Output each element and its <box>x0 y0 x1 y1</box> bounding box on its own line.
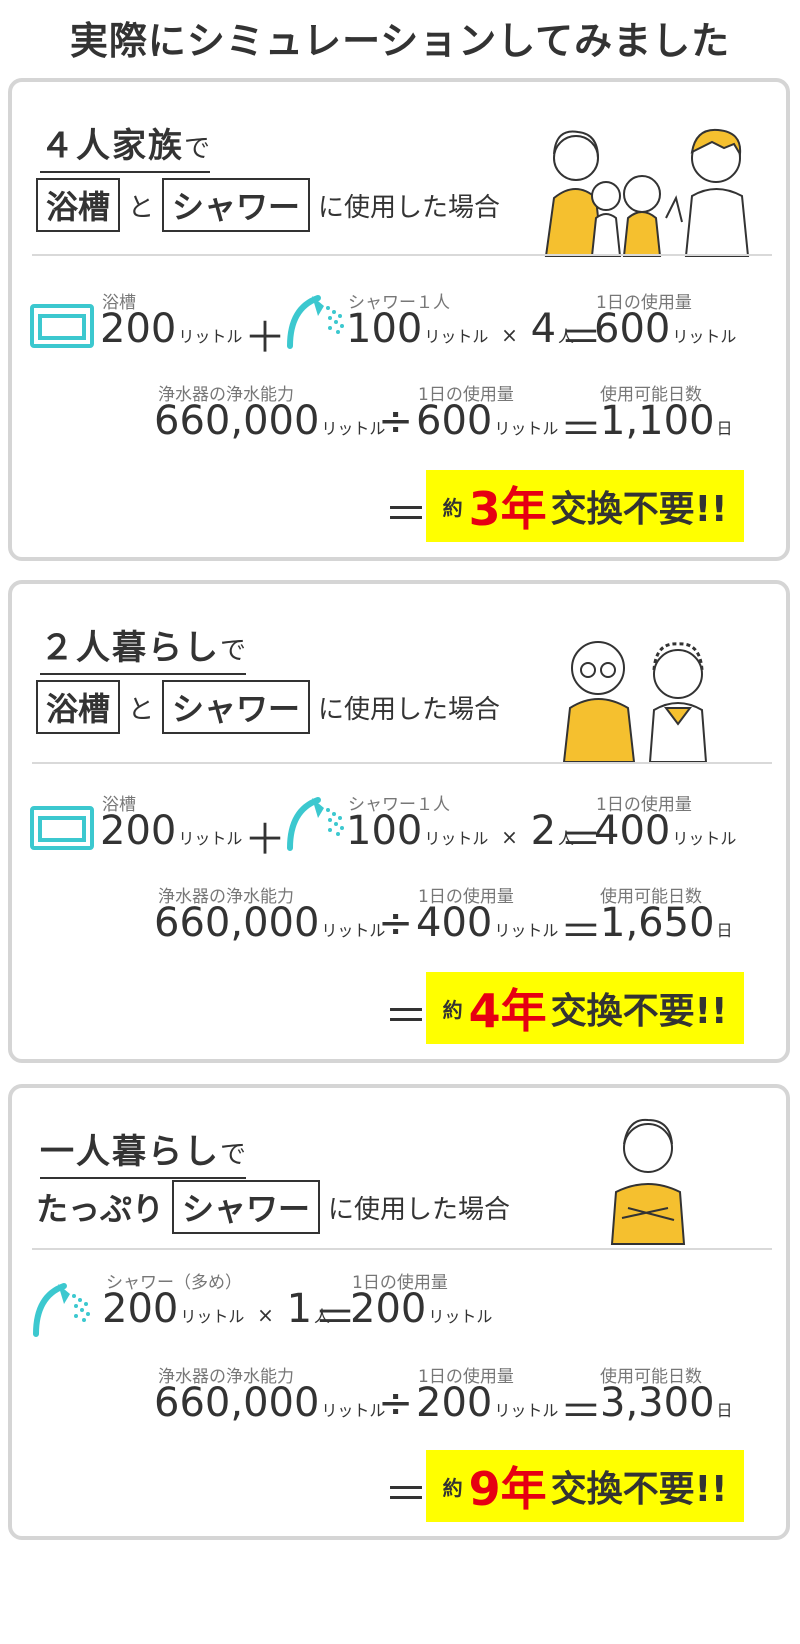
daily-use: 200 リットル <box>416 1380 559 1426</box>
result-highlight: 約 4年 交換不要!! <box>426 972 744 1044</box>
single-man-illustration <box>610 1118 686 1245</box>
shower-liters: 100 リットル × 4人 <box>346 306 575 352</box>
usable-days: 1,650 日 <box>600 900 733 946</box>
card-heading: ４人家族で <box>40 118 211 173</box>
usable-days: 3,300 日 <box>600 1380 733 1426</box>
daily-use: 400 リットル <box>416 900 559 946</box>
card-heading: ２人暮らしで <box>40 620 247 675</box>
shower-liters: 200 リットル × 1人 <box>102 1286 331 1332</box>
usage-description: たっぷり シャワー に使用した場合 <box>36 1180 518 1234</box>
card-family-of-four: ４人家族で 浴槽 と シャワー に使用した場合 浴槽 200 リットル ＋ シャワ… <box>8 78 790 561</box>
filter-capacity: 660,000 リットル <box>154 1380 386 1426</box>
daily-total: 200 リットル <box>350 1286 493 1332</box>
years-value: 3年 <box>468 482 547 536</box>
usage-description: 浴槽 と シャワー に使用した場合 <box>36 680 508 734</box>
usable-days: 1,100 日 <box>600 398 733 444</box>
card-heading: 一人暮らしで <box>40 1124 247 1179</box>
years-value: 4年 <box>468 984 547 1038</box>
bathtub-icon <box>30 304 94 348</box>
bath-liters: 200 リットル <box>100 306 243 352</box>
shower-box: シャワー <box>162 178 311 232</box>
bath-box: 浴槽 <box>36 680 121 734</box>
family-illustration <box>544 128 750 257</box>
usage-description: 浴槽 と シャワー に使用した場合 <box>36 178 508 232</box>
shower-liters: 100 リットル × 2人 <box>346 808 575 854</box>
shower-box: シャワー <box>162 680 311 734</box>
filter-capacity: 660,000 リットル <box>154 398 386 444</box>
years-value: 9年 <box>468 1462 547 1516</box>
bathtub-icon <box>30 806 94 850</box>
page-title: 実際にシミュレーションしてみました <box>69 19 731 63</box>
shower-head-icon <box>287 797 344 851</box>
elderly-couple-illustration <box>562 641 708 763</box>
shower-box: シャワー <box>172 1180 321 1234</box>
result-highlight: 約 3年 交換不要!! <box>426 470 744 542</box>
filter-capacity: 660,000 リットル <box>154 900 386 946</box>
shower-head-icon <box>287 295 344 349</box>
card-couple: ２人暮らしで 浴槽 と シャワー に使用した場合 浴槽 200 リットル ＋ シャ… <box>8 580 790 1063</box>
bath-box: 浴槽 <box>36 178 121 232</box>
daily-use: 600 リットル <box>416 398 559 444</box>
result-highlight: 約 9年 交換不要!! <box>426 1450 744 1522</box>
daily-total: 600 リットル <box>594 306 737 352</box>
shower-head-icon <box>33 1283 90 1337</box>
card-single: 一人暮らしで たっぷり シャワー に使用した場合 シャワー（多め） 200 リット… <box>8 1084 790 1540</box>
daily-total: 400 リットル <box>594 808 737 854</box>
bath-liters: 200 リットル <box>100 808 243 854</box>
